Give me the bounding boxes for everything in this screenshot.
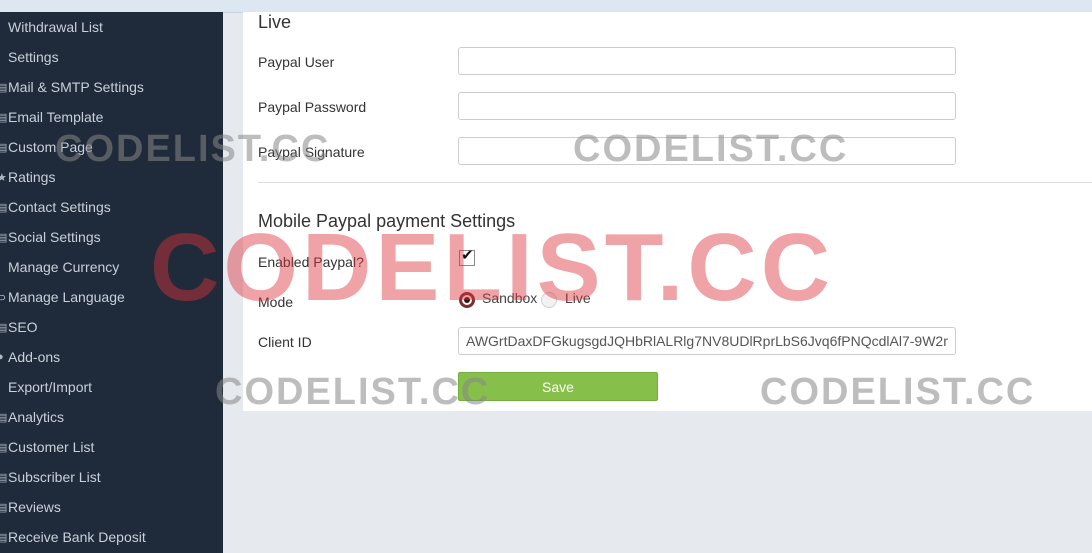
list-icon: ▤ [0,501,8,514]
list-icon: ▤ [0,441,8,454]
save-button[interactable]: Save [458,372,658,401]
sidebar-item-reviews[interactable]: ▤ Reviews [0,492,223,522]
sidebar-item-ratings[interactable]: ★ Ratings [0,162,223,192]
sidebar-item-export-import[interactable]: Export/Import [0,372,223,402]
sidebar-item-label: Customer List [8,439,95,455]
language-icon: ⊃ [0,291,7,304]
sidebar-menu: Withdrawal List Settings ▤ Mail & SMTP Sett… [0,12,223,552]
sidebar-item-label: Subscriber List [8,469,101,485]
sidebar-item-add-ons[interactable]: ● Add-ons [0,342,223,372]
paypal-password-input[interactable] [458,92,956,120]
paypal-settings-panel: Live Paypal User Paypal Password Paypal … [243,12,1092,411]
mobile-section-heading: Mobile Paypal payment Settings [258,211,516,231]
sidebar-item-label: Manage Language [8,289,125,305]
mode-label: Mode [258,294,294,310]
circle-icon: ● [0,351,4,363]
list-icon: ▤ [0,81,8,94]
enabled-paypal-checkbox[interactable]: ✔ [459,247,475,266]
sidebar-item-label: Email Template [8,109,104,125]
sidebar-item-label: Reviews [8,499,61,515]
client-id-label: Client ID [258,334,312,350]
list-icon: ▤ [0,231,8,244]
sidebar-item-label: Social Settings [8,229,101,245]
paypal-user-input[interactable] [458,47,956,75]
mode-radio-sandbox[interactable] [459,292,475,308]
sidebar-item-label: Receive Bank Deposit [8,529,146,545]
list-icon: ▤ [0,471,8,484]
sidebar-item-seo[interactable]: ▤ SEO [0,312,223,342]
mode-radio-live[interactable] [541,292,557,308]
sidebar-item-label: Settings [8,49,59,65]
list-icon: ▤ [0,111,8,124]
sidebar-item-mail-smtp-settings[interactable]: ▤ Mail & SMTP Settings [0,72,223,102]
list-icon: ▤ [0,531,8,544]
sidebar-item-label: Export/Import [8,379,93,395]
list-icon: ▤ [0,201,8,214]
sidebar-item-manage-language[interactable]: ⊃ Manage Language [0,282,223,312]
sidebar-item-withdrawal-list[interactable]: Withdrawal List [0,12,223,42]
live-section-heading: Live [258,12,292,32]
sidebar-item-label: Contact Settings [8,199,111,215]
mode-option-sandbox: Sandbox [482,290,538,306]
sidebar-item-settings[interactable]: Settings [0,42,223,72]
paypal-signature-input[interactable] [458,137,956,165]
list-icon: ▤ [0,141,8,154]
sidebar-item-subscriber-list[interactable]: ▤ Subscriber List [0,462,223,492]
sidebar-item-label: Analytics [8,409,65,425]
list-icon: ▤ [0,411,8,424]
sidebar-item-receive-bank-deposit[interactable]: ▤ Receive Bank Deposit [0,522,223,552]
sidebar-item-custom-page[interactable]: ▤ Custom Page [0,132,223,162]
sidebar-item-label: Custom Page [8,139,93,155]
client-id-input[interactable] [458,327,956,355]
sidebar-item-email-template[interactable]: ▤ Email Template [0,102,223,132]
list-icon: ▤ [0,321,8,334]
sidebar-item-label: Ratings [8,169,56,185]
sidebar-item-contact-settings[interactable]: ▤ Contact Settings [0,192,223,222]
paypal-user-label: Paypal User [258,54,335,70]
sidebar-item-social-settings[interactable]: ▤ Social Settings [0,222,223,252]
paypal-signature-label: Paypal Signature [258,144,365,160]
sidebar-item-analytics[interactable]: ▤ Analytics [0,402,223,432]
sidebar-item-label: SEO [8,319,38,335]
paypal-password-label: Paypal Password [258,99,367,115]
sidebar-item-label: Withdrawal List [8,19,103,35]
check-icon: ✔ [461,247,474,264]
sidebar-item-label: Mail & SMTP Settings [8,79,144,95]
star-icon: ★ [0,171,7,184]
sidebar-item-manage-currency[interactable]: Manage Currency [0,252,223,282]
sidebar-item-label: Add-ons [8,349,61,365]
sidebar-item-customer-list[interactable]: ▤ Customer List [0,432,223,462]
enabled-paypal-label: Enabled Paypal? [258,254,364,270]
sidebar-item-label: Manage Currency [8,259,120,275]
section-divider [258,182,1092,183]
mode-option-live: Live [565,290,591,306]
sidebar: Withdrawal List Settings ▤ Mail & SMTP Sett… [0,12,223,553]
